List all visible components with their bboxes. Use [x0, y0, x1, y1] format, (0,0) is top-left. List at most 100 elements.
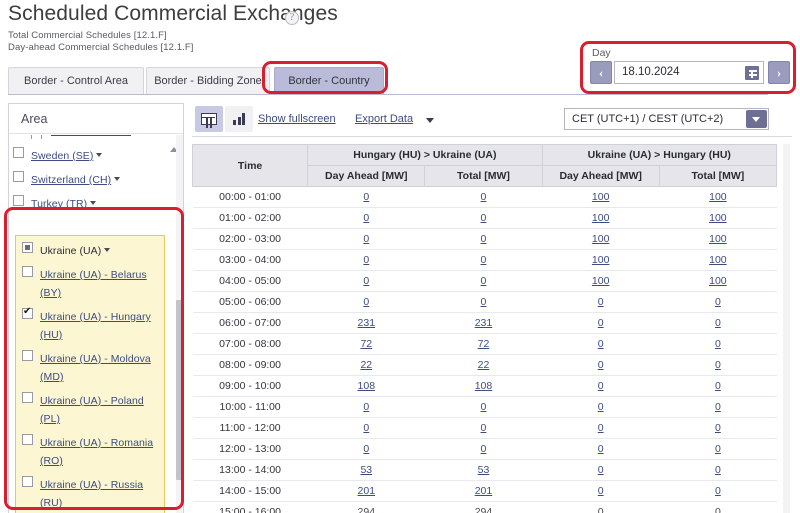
sidebar-scroll-area[interactable]: Sweden (SE) Switzerland (CH) Turkey (TR)…: [9, 135, 183, 513]
cell-value-link[interactable]: 0: [598, 296, 604, 308]
sidebar-item-ukraine-romania[interactable]: Ukraine (UA) - Romania (RO): [16, 430, 164, 472]
cell-value-link[interactable]: 0: [598, 422, 604, 434]
cell-value-link[interactable]: 0: [481, 212, 487, 224]
tab-border-bidding-zone[interactable]: Border - Bidding Zone: [146, 67, 270, 94]
cell-value-link[interactable]: 0: [715, 422, 721, 434]
sidebar-item-ukraine-russia[interactable]: Ukraine (UA) - Russia (RU): [16, 472, 164, 513]
checkbox-ukraine-romania[interactable]: [22, 434, 33, 445]
cell-value-link[interactable]: 0: [363, 275, 369, 287]
cell-value-link[interactable]: 0: [363, 191, 369, 203]
cell-value-link[interactable]: 231: [358, 317, 376, 329]
data-table-container[interactable]: Time Hungary (HU) > Ukraine (UA) Ukraine…: [192, 144, 792, 513]
day-input[interactable]: 18.10.2024: [614, 61, 764, 84]
cell-value-link[interactable]: 0: [481, 191, 487, 203]
sidebar-item-ukraine-poland[interactable]: Ukraine (UA) - Poland (PL): [16, 388, 164, 430]
tab-border-country[interactable]: Border - Country: [274, 67, 384, 94]
checkbox-sweden[interactable]: [13, 147, 24, 158]
cell-value-link[interactable]: 108: [358, 380, 376, 392]
list-item-clipped[interactable]: [31, 135, 141, 139]
cell-value-link[interactable]: 100: [592, 212, 610, 224]
cell-value-link[interactable]: 0: [715, 380, 721, 392]
cell-value-link[interactable]: 22: [360, 359, 372, 371]
tab-border-control-area[interactable]: Border - Control Area: [8, 67, 144, 94]
cell-value-link[interactable]: 0: [481, 275, 487, 287]
cell-value-link[interactable]: 0: [363, 254, 369, 266]
next-day-button[interactable]: ›: [768, 61, 790, 84]
sidebar-scrollbar-thumb[interactable]: [176, 300, 183, 480]
chevron-down-icon[interactable]: [426, 118, 434, 123]
sidebar-item-switzerland[interactable]: Switzerland (CH): [9, 167, 183, 191]
chevron-down-icon[interactable]: [104, 247, 111, 252]
timezone-select[interactable]: CET (UTC+1) / CEST (UTC+2): [564, 108, 769, 130]
cell-value-link[interactable]: 100: [592, 275, 610, 287]
cell-value-link[interactable]: 0: [715, 359, 721, 371]
chevron-down-icon[interactable]: [746, 110, 767, 128]
bar-chart-view-icon[interactable]: [225, 106, 253, 132]
cell-value-link[interactable]: 0: [715, 338, 721, 350]
chevron-down-icon[interactable]: [90, 200, 97, 205]
sidebar-item-ukraine-hungary[interactable]: Ukraine (UA) - Hungary (HU): [16, 304, 164, 346]
cell-value-link[interactable]: 0: [598, 317, 604, 329]
cell-value-link[interactable]: 100: [709, 191, 727, 203]
cell-value-link[interactable]: 0: [715, 485, 721, 497]
cell-value-link[interactable]: 100: [709, 233, 727, 245]
cell-value-link[interactable]: 201: [475, 485, 493, 497]
chevron-down-icon[interactable]: [96, 152, 103, 157]
cell-value-link[interactable]: 0: [715, 443, 721, 455]
cell-value-link[interactable]: 0: [481, 401, 487, 413]
cell-value-link[interactable]: 201: [358, 485, 376, 497]
previous-day-button[interactable]: ‹: [590, 61, 612, 84]
cell-value-link[interactable]: 0: [481, 422, 487, 434]
cell-value-link[interactable]: 0: [481, 443, 487, 455]
cell-value-link[interactable]: 0: [363, 422, 369, 434]
cell-value-link[interactable]: 100: [592, 191, 610, 203]
cell-value-link[interactable]: 0: [715, 506, 721, 513]
cell-value-link[interactable]: 53: [478, 464, 490, 476]
cell-value-link[interactable]: 0: [481, 296, 487, 308]
checkbox-ukraine-moldova[interactable]: [22, 350, 33, 361]
cell-value-link[interactable]: 0: [598, 485, 604, 497]
checkbox-ukraine-russia[interactable]: [22, 476, 33, 487]
cell-value-link[interactable]: 100: [592, 254, 610, 266]
sidebar-item-ukraine-belarus[interactable]: Ukraine (UA) - Belarus (BY): [16, 262, 164, 304]
cell-value-link[interactable]: 0: [598, 464, 604, 476]
cell-value-link[interactable]: 53: [360, 464, 372, 476]
cell-value-link[interactable]: 0: [363, 233, 369, 245]
cell-value-link[interactable]: 100: [709, 212, 727, 224]
cell-value-link[interactable]: 0: [715, 464, 721, 476]
cell-value-link[interactable]: 100: [709, 254, 727, 266]
cell-value-link[interactable]: 0: [363, 212, 369, 224]
cell-value-link[interactable]: 294: [475, 506, 493, 513]
cell-value-link[interactable]: 0: [481, 233, 487, 245]
cell-value-link[interactable]: 0: [363, 401, 369, 413]
cell-value-link[interactable]: 0: [598, 338, 604, 350]
table-view-icon[interactable]: [195, 106, 223, 132]
calendar-icon[interactable]: [745, 66, 759, 80]
cell-value-link[interactable]: 0: [363, 296, 369, 308]
sidebar-scrollbar-track[interactable]: [176, 135, 183, 513]
cell-value-link[interactable]: 72: [478, 338, 490, 350]
chevron-down-icon[interactable]: [114, 176, 121, 181]
checkbox-turkey[interactable]: [13, 195, 24, 206]
cell-value-link[interactable]: 0: [715, 296, 721, 308]
checkbox-ukraine-hungary[interactable]: [22, 306, 33, 319]
cell-value-link[interactable]: 294: [358, 506, 376, 513]
checkbox-ukraine-poland[interactable]: [22, 392, 33, 403]
cell-value-link[interactable]: 0: [715, 401, 721, 413]
cell-value-link[interactable]: 0: [481, 254, 487, 266]
show-fullscreen-link[interactable]: Show fullscreen: [258, 113, 336, 125]
cell-value-link[interactable]: 100: [709, 275, 727, 287]
cell-value-link[interactable]: 0: [598, 359, 604, 371]
cell-value-link[interactable]: 0: [715, 317, 721, 329]
help-icon[interactable]: ?: [285, 11, 299, 25]
sidebar-item-ukraine-moldova[interactable]: Ukraine (UA) - Moldova (MD): [16, 346, 164, 388]
checkbox-switzerland[interactable]: [13, 171, 24, 182]
sidebar-item-sweden[interactable]: Sweden (SE): [9, 143, 183, 167]
cell-value-link[interactable]: 108: [475, 380, 493, 392]
cell-value-link[interactable]: 0: [598, 380, 604, 392]
cell-value-link[interactable]: 231: [475, 317, 493, 329]
cell-value-link[interactable]: 0: [598, 443, 604, 455]
sidebar-item-ukraine[interactable]: Ukraine (UA): [16, 238, 164, 262]
checkbox[interactable]: [31, 135, 42, 139]
cell-value-link[interactable]: 0: [598, 401, 604, 413]
